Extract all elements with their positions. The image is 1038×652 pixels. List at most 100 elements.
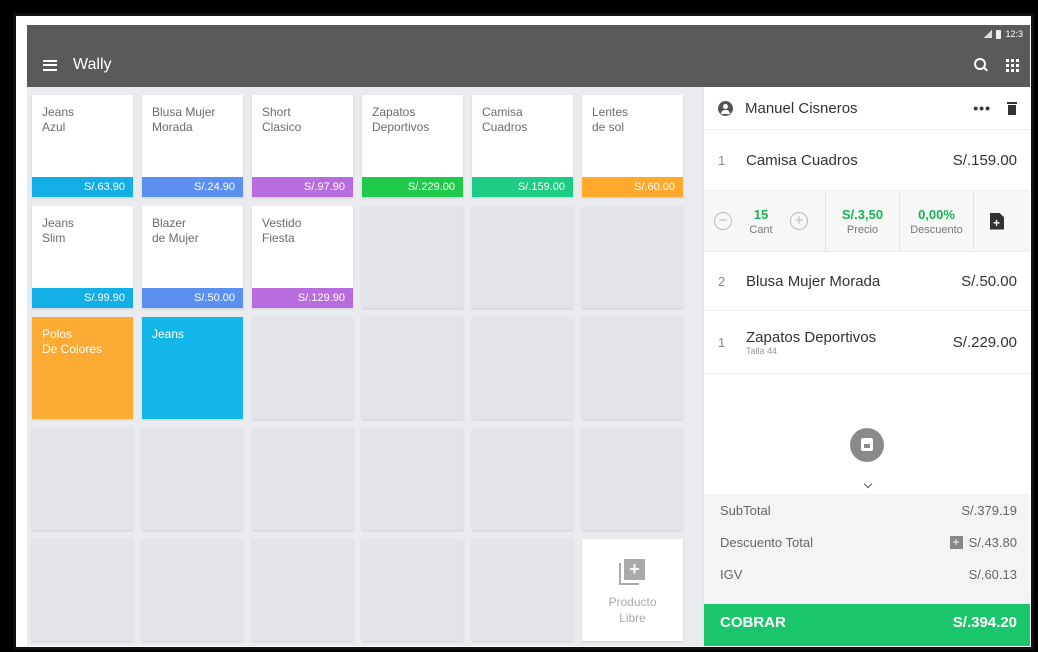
discount-value: 0,00% xyxy=(918,206,955,222)
order-panel: Manuel Cisneros ••• 1 Camisa Cuadros S/.… xyxy=(703,87,1031,647)
empty-tile xyxy=(252,428,353,530)
product-price: S/.63.90 xyxy=(32,177,133,197)
product-price: S/.60.00 xyxy=(582,177,683,197)
add-library-icon: + xyxy=(619,559,645,585)
status-bar: 12:3 xyxy=(27,25,1031,43)
line-product-name: Zapatos Deportivos xyxy=(746,328,877,346)
empty-tile xyxy=(32,539,133,641)
charge-button[interactable]: COBRAR S/.394.20 xyxy=(704,604,1031,647)
product-tile[interactable]: Short Clasico S/.97.90 xyxy=(252,95,353,197)
category-tile[interactable]: Polos De Colores xyxy=(32,317,133,419)
increment-button[interactable]: + xyxy=(790,212,808,230)
product-name: Vestido Fiesta xyxy=(262,216,302,245)
subtotal-label: SubTotal xyxy=(720,502,771,518)
app-bar: Wally xyxy=(27,43,1031,87)
line-qty: 1 xyxy=(718,334,726,350)
product-price: S/.229.00 xyxy=(362,177,463,197)
product-tile[interactable]: Blusa Mujer Morada S/.24.90 xyxy=(142,95,243,197)
subtotal-value: S/.379.19 xyxy=(961,502,1017,518)
line-amount: S/.50.00 xyxy=(961,272,1017,290)
empty-tile xyxy=(582,206,683,308)
quantity-value[interactable]: 15 xyxy=(732,207,790,222)
line-qty: 1 xyxy=(718,152,726,168)
line-qty: 2 xyxy=(718,273,726,289)
product-tile[interactable]: Vestido Fiesta S/.129.90 xyxy=(252,206,353,308)
quantity-stepper: − 15 Cant + xyxy=(704,191,826,251)
line-product-name: Camisa Cuadros xyxy=(746,151,858,169)
line-amount: S/.159.00 xyxy=(952,151,1017,169)
frame-bracket-top xyxy=(0,168,14,171)
empty-tile xyxy=(362,428,463,530)
decrement-button[interactable]: − xyxy=(714,212,732,230)
apps-grid-icon[interactable] xyxy=(1006,58,1019,72)
igv-value: S/.60.13 xyxy=(968,566,1017,582)
product-tile[interactable]: Jeans Slim S/.99.90 xyxy=(32,206,133,308)
category-name: Jeans xyxy=(152,327,185,341)
product-tile[interactable]: Zapatos Deportivos S/.229.00 xyxy=(362,95,463,197)
product-tile[interactable]: Lentes de sol S/.60.00 xyxy=(582,95,683,197)
empty-tile xyxy=(582,317,683,419)
empty-tile xyxy=(472,206,573,308)
menu-icon[interactable] xyxy=(43,59,57,71)
tablet-screen: 12:3 Wally Jeans Azul S/.63.90 Blusa Muj… xyxy=(27,25,1031,647)
product-price: S/.129.90 xyxy=(252,288,353,308)
product-price: S/.50.00 xyxy=(142,288,243,308)
quantity-label: Cant xyxy=(749,223,773,236)
price-label: Precio xyxy=(846,223,879,236)
product-name: Blusa Mujer Morada xyxy=(152,105,216,134)
customer-name[interactable]: Manuel Cisneros xyxy=(745,100,973,117)
product-name: Blazer de Mujer xyxy=(152,216,199,245)
product-tile[interactable]: Camisa Cuadros S/.159.00 xyxy=(472,95,573,197)
product-tile[interactable]: Jeans Azul S/.63.90 xyxy=(32,95,133,197)
discount-total-value: S/.43.80 xyxy=(968,534,1017,550)
charge-label: COBRAR xyxy=(720,614,786,631)
discount-total-row: Descuento Total + S/.43.80 xyxy=(720,526,1017,558)
screenshot-frame: 12:3 Wally Jeans Azul S/.63.90 Blusa Muj… xyxy=(13,13,1034,650)
save-icon[interactable] xyxy=(850,428,884,462)
category-tile[interactable]: Jeans xyxy=(142,317,243,419)
product-grid: Jeans Azul S/.63.90 Blusa Mujer Morada S… xyxy=(32,95,703,641)
discount-label: Descuento xyxy=(910,223,963,236)
order-line[interactable]: 2 Blusa Mujer Morada S/.50.00 xyxy=(704,252,1031,311)
free-product-tile[interactable]: + Producto Libre xyxy=(582,539,683,641)
line-note: Talla 44 xyxy=(746,345,778,356)
empty-tile xyxy=(362,317,463,419)
add-note-icon[interactable] xyxy=(990,212,1004,230)
product-tile[interactable]: Blazer de Mujer S/.50.00 xyxy=(142,206,243,308)
account-icon xyxy=(718,100,733,116)
empty-tile xyxy=(362,539,463,641)
charge-amount: S/.394.20 xyxy=(952,614,1017,631)
price-field[interactable]: S/.3,50 Precio xyxy=(826,191,900,251)
empty-tile xyxy=(32,428,133,530)
empty-tile xyxy=(582,428,683,530)
empty-tile xyxy=(472,539,573,641)
app-title: Wally xyxy=(73,56,112,73)
empty-tile xyxy=(252,539,353,641)
empty-tile xyxy=(472,317,573,419)
chevron-down-icon[interactable] xyxy=(860,477,876,493)
product-name: Lentes de sol xyxy=(592,105,629,134)
igv-label: IGV xyxy=(720,566,743,582)
empty-tile xyxy=(252,317,353,419)
order-line[interactable]: 1 Zapatos Deportivos Talla 44 S/.229.00 xyxy=(704,311,1031,374)
product-price: S/.24.90 xyxy=(142,177,243,197)
discount-field[interactable]: 0,00% Descuento xyxy=(900,191,974,251)
add-discount-icon[interactable]: + xyxy=(949,535,963,549)
discount-total-label: Descuento Total xyxy=(720,534,813,550)
product-price: S/.159.00 xyxy=(472,177,573,197)
order-line[interactable]: 1 Camisa Cuadros S/.159.00 xyxy=(704,130,1031,191)
empty-tile xyxy=(142,539,243,641)
signal-icon xyxy=(984,30,993,38)
frame-bracket-bottom xyxy=(0,455,14,458)
delete-icon[interactable] xyxy=(1007,101,1017,115)
status-time: 12:3 xyxy=(1005,29,1023,39)
search-icon[interactable] xyxy=(974,58,988,72)
product-name: Jeans Slim xyxy=(42,216,75,245)
more-options-icon[interactable]: ••• xyxy=(973,100,991,116)
empty-tile xyxy=(142,428,243,530)
empty-tile xyxy=(362,206,463,308)
product-name: Camisa Cuadros xyxy=(482,105,528,134)
product-price: S/.97.90 xyxy=(252,177,353,197)
category-name: Polos De Colores xyxy=(42,327,103,356)
product-name: Jeans Azul xyxy=(42,105,75,134)
